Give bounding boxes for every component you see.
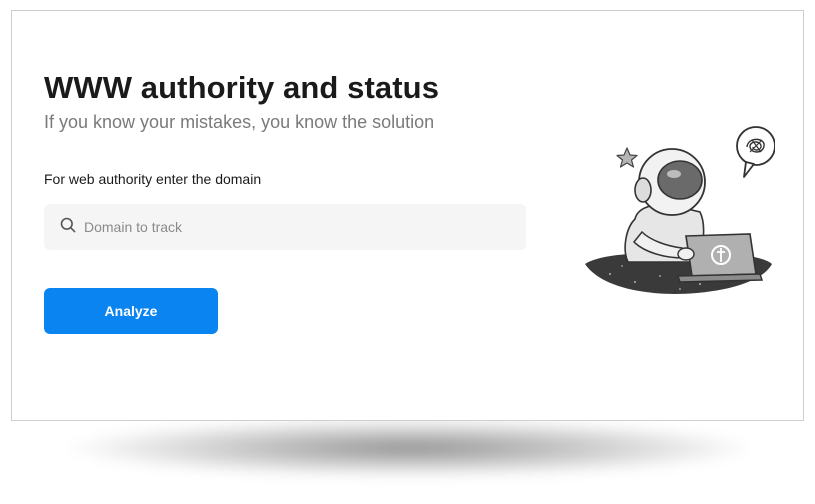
search-icon (60, 217, 76, 238)
astronaut-illustration (580, 114, 776, 294)
star-icon (616, 147, 638, 168)
speech-bubble-icon (736, 126, 776, 178)
domain-search-box[interactable] (44, 204, 526, 250)
page-title: WWW authority and status (44, 70, 440, 105)
card-shadow (60, 418, 760, 478)
analyze-button[interactable]: Analyze (44, 288, 218, 334)
page-subtitle: If you know your mistakes, you know the … (44, 112, 435, 132)
domain-search-input[interactable] (84, 219, 504, 235)
authority-card: WWW authority and status If you know you… (11, 10, 804, 421)
domain-field-label: For web authority enter the domain (44, 171, 262, 187)
